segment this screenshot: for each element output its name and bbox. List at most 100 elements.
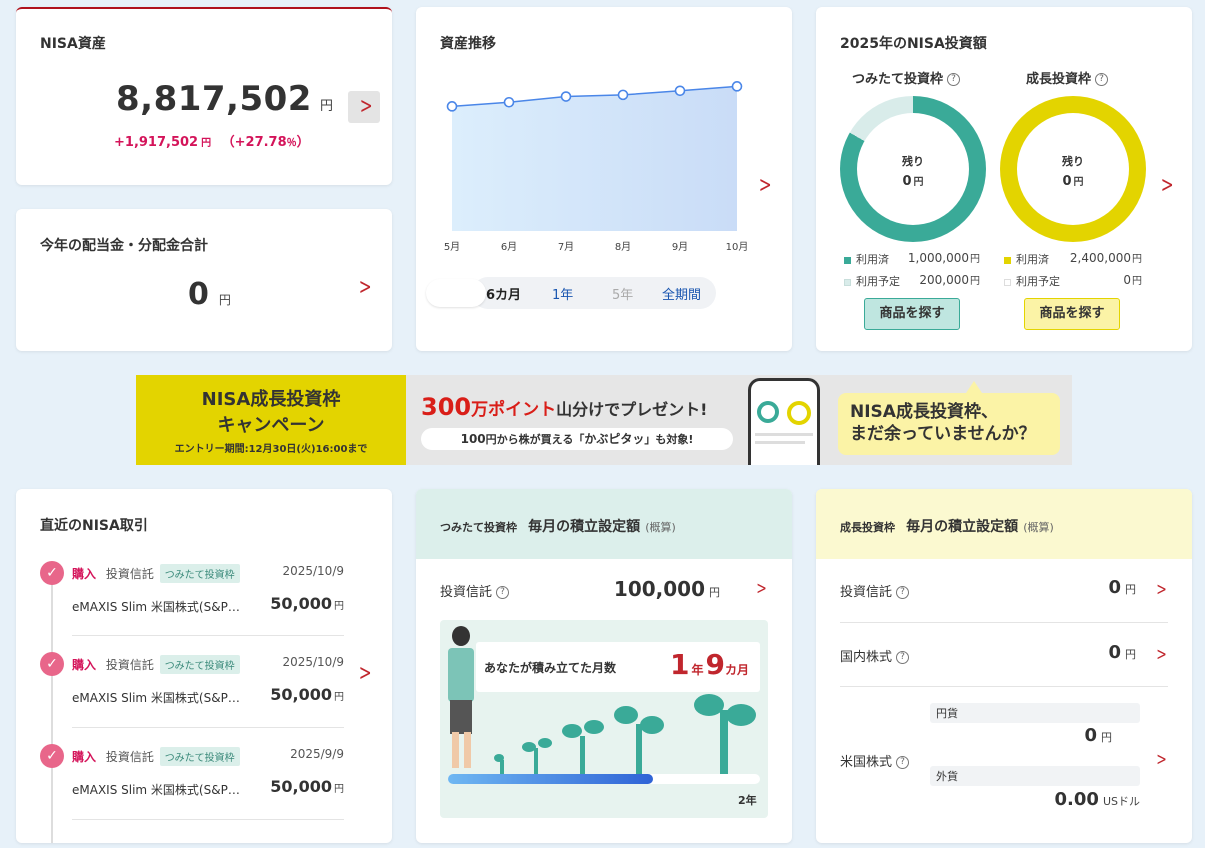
jpy-value: 0円 [1084, 725, 1112, 746]
nisa-assets-gain: +1,917,502 円 （+27.78％） [114, 135, 310, 150]
trend-point[interactable] [503, 96, 515, 108]
transaction-fund-name: eMAXIS Slim 米国株式(S&P… [72, 783, 240, 797]
banner-entry-period: エントリー期間:12月30日(火)16:00まで [174, 444, 368, 455]
trend-point[interactable] [674, 85, 686, 97]
sprout-icon [636, 724, 642, 774]
period-1y-tab[interactable]: 1年 [552, 284, 573, 303]
banner-title-line1: NISA成長投資枠 [201, 389, 341, 410]
growth-remaining: 0円 [1062, 174, 1084, 189]
nisa-assets-amount: 8,817,502 円 [116, 79, 334, 119]
chevron-right-icon: > [1156, 579, 1167, 600]
bubble-tail [966, 381, 982, 393]
growth-monthly-card: 成長投資枠 毎月の積立設定額 (概算) 投資信託? 0円 > 国内株式? 0円 … [816, 489, 1192, 843]
check-icon: ✓ [40, 652, 64, 676]
fx-sublabel: 外貨 [930, 766, 1140, 786]
banner-points-headline: 300万ポイント山分けでプレゼント! [421, 393, 708, 421]
growth-monthly-title: 成長投資枠 毎月の積立設定額 (概算) [840, 519, 1054, 535]
tsumitate-used-value: 1,000,000円 [907, 251, 980, 265]
transaction-meta: 購入 投資信託 つみたて投資枠 [72, 747, 240, 766]
fx-value: 0.00 USドル [1054, 789, 1140, 810]
check-icon: ✓ [40, 561, 64, 585]
trend-point[interactable] [731, 81, 743, 92]
transaction-date: 2025/10/9 [282, 655, 344, 669]
recent-transactions-card: 直近のNISA取引 ✓ 購入 投資信託 つみたて投資枠 2025/10/9 eM… [16, 489, 392, 843]
tsumitate-remaining: 0円 [902, 174, 924, 189]
sprout-icon [580, 736, 585, 774]
chevron-right-icon: > [359, 94, 373, 119]
chevron-right-icon[interactable]: > [756, 578, 767, 600]
tsumitate-monthly-card: つみたて投資枠 毎月の積立設定額 (概算) 投資信託? 100,000 円 > あ… [416, 489, 792, 843]
growth-monthly-header: 成長投資枠 毎月の積立設定額 (概算) [816, 489, 1192, 559]
asset-trend-chart: 5月 6月 7月 8月 9月 10月 [444, 81, 748, 253]
chevron-right-icon: > [1156, 644, 1167, 665]
period-5y-tab[interactable]: 5年 [612, 284, 633, 303]
months-label: あなたが積み立てた月数 [484, 661, 617, 675]
timeline-line [51, 569, 53, 843]
help-icon[interactable]: ? [896, 651, 910, 664]
tsumitate-planned-legend: 利用予定 [844, 273, 900, 289]
help-icon[interactable]: ? [496, 586, 510, 599]
help-icon[interactable]: ? [1095, 73, 1109, 86]
months-box: あなたが積み立てた月数 1 年9カ月 [476, 642, 760, 692]
period-all-tab[interactable]: 全期間 [662, 284, 701, 303]
chevron-right-icon[interactable]: > [759, 175, 772, 197]
trend-x-tick: 8月 [615, 241, 631, 253]
months-illustration-panel: あなたが積み立てた月数 1 年9カ月 2年 [440, 620, 768, 818]
recent-title: 直近のNISA取引 [40, 518, 148, 534]
progress-end-label: 2年 [738, 794, 757, 807]
transaction-amount: 50,000 円 [270, 685, 344, 704]
transaction-fund-name: eMAXIS Slim 米国株式(S&P… [72, 600, 240, 614]
period-6m-tab[interactable]: 6カ月 [486, 284, 521, 303]
banner-title-line2: キャンペーン [217, 415, 325, 436]
bubble-line2: まだ余っていませんか？ [850, 424, 1036, 444]
chevron-right-icon: > [1156, 749, 1167, 770]
banner-title-block: NISA成長投資枠 キャンペーン エントリー期間:12月30日(火)16:00ま… [136, 375, 406, 465]
trend-x-tick: 5月 [444, 241, 460, 253]
growth-used-value: 2,400,000円 [1069, 251, 1142, 265]
fund-row-value: 100,000 円 [613, 577, 720, 601]
trend-x-tick: 9月 [672, 241, 688, 253]
sprout-icon [534, 748, 538, 774]
growth-find-products-button[interactable]: 商品を探す [1024, 298, 1120, 330]
trend-x-tick: 6月 [501, 241, 517, 253]
sprout-icon [500, 760, 504, 774]
investment-2025-card: 2025年のNISA投資額 つみたて投資枠? 残り 0円 利用済 1,000,0… [816, 7, 1192, 351]
growth-domestic-stock-row[interactable]: 国内株式? 0円 > [840, 642, 1168, 665]
divider [840, 622, 1168, 623]
investment-2025-title: 2025年のNISA投資額 [840, 36, 987, 52]
transaction-date: 2025/10/9 [282, 564, 344, 578]
nisa-assets-title: NISA資産 [40, 36, 106, 52]
growth-fund-row[interactable]: 投資信託? 0円 > [840, 577, 1168, 600]
help-icon[interactable]: ? [947, 73, 961, 86]
dividends-card[interactable]: 今年の配当金・分配金合計 0円 > [16, 209, 392, 351]
banner-subline: 100円から株が買える「かぶピタッ」も対象! [421, 428, 733, 450]
divider [840, 686, 1168, 687]
chevron-right-icon[interactable]: > [1161, 175, 1174, 197]
tsumitate-find-products-button[interactable]: 商品を探す [864, 298, 960, 330]
trend-point[interactable] [560, 91, 572, 102]
chevron-right-icon[interactable]: > [359, 277, 372, 299]
tsumitate-used-legend: 利用済 [844, 251, 889, 267]
transaction-fund-name: eMAXIS Slim 米国株式(S&P… [72, 691, 240, 705]
nisa-assets-detail-button[interactable]: > [348, 91, 380, 123]
growth-remaining-label: 残り [1062, 155, 1084, 168]
months-progress-fill [448, 774, 653, 784]
phone-mockup-image [748, 378, 820, 465]
divider [72, 819, 344, 820]
months-value: 1 年9カ月 [670, 648, 749, 681]
fund-row-label: 投資信託? [440, 581, 510, 600]
trend-point[interactable] [617, 89, 629, 101]
help-icon[interactable]: ? [896, 756, 910, 769]
transaction-meta: 購入 投資信託 つみたて投資枠 [72, 564, 240, 583]
tsumitate-label: つみたて投資枠? [852, 68, 961, 87]
period-selector: 6カ月 1年 5年 全期間 [472, 277, 716, 309]
trend-point[interactable] [446, 101, 458, 112]
growth-label: 成長投資枠? [1026, 68, 1109, 87]
campaign-banner[interactable]: NISA成長投資枠 キャンペーン エントリー期間:12月30日(火)16:00ま… [136, 375, 1072, 465]
chevron-right-icon[interactable]: > [359, 663, 372, 685]
tsumitate-donut: 残り 0円 [840, 96, 986, 242]
tsumitate-monthly-title: つみたて投資枠 毎月の積立設定額 (概算) [440, 519, 676, 535]
months-progress-track [448, 774, 760, 784]
help-icon[interactable]: ? [896, 586, 910, 599]
period-selected-pill [426, 279, 486, 307]
